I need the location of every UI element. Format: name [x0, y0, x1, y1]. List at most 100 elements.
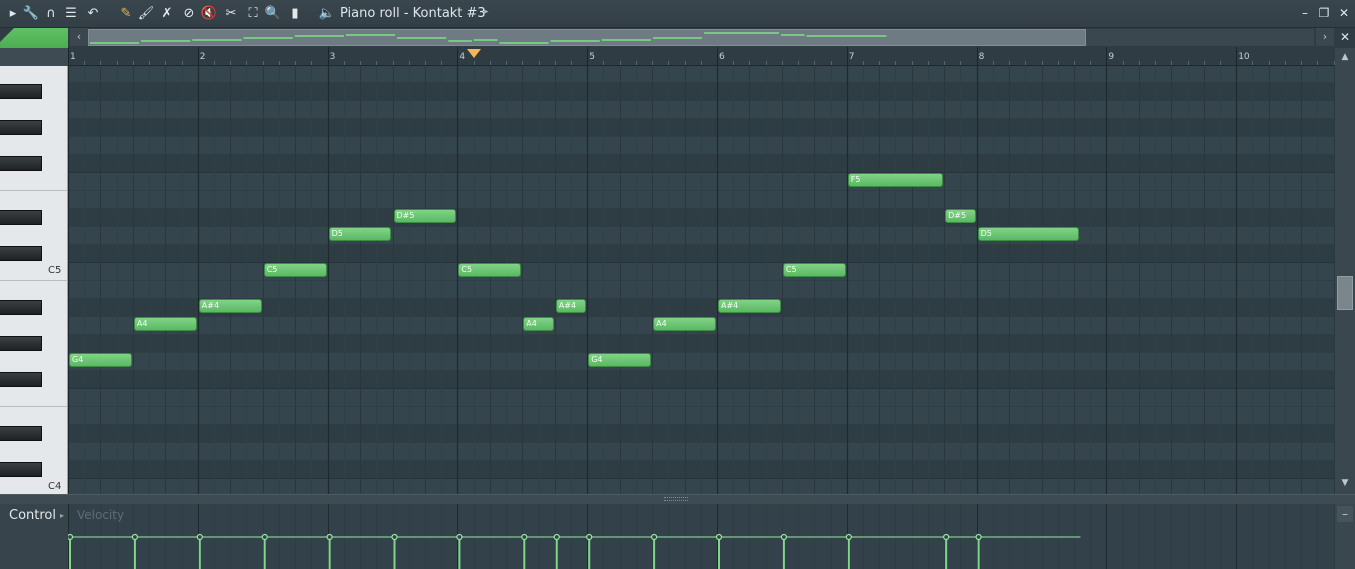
- ruler-tick: [1009, 61, 1011, 65]
- delete-tool-icon[interactable]: ✗: [158, 5, 176, 23]
- note[interactable]: D5: [977, 227, 1080, 241]
- timeline-ruler[interactable]: 1 2 3 4 5 6 7 8 9 10: [68, 47, 1351, 66]
- velocity-handle: [391, 533, 398, 541]
- menu-arrow-icon[interactable]: ▸: [4, 5, 22, 23]
- ruler-tick: [765, 61, 767, 65]
- close-button[interactable]: ✕: [1337, 6, 1351, 20]
- divider-grip-icon[interactable]: [664, 497, 688, 501]
- slice-icon[interactable]: ✂: [222, 5, 240, 23]
- velocity-handle: [650, 533, 658, 541]
- ruler-tick: [1171, 61, 1173, 65]
- ruler-tick: [1284, 61, 1286, 65]
- ruler-tick: [1057, 61, 1059, 65]
- note[interactable]: A4: [523, 317, 554, 331]
- restore-button[interactable]: ❐: [1317, 6, 1331, 20]
- ruler-tick: [538, 61, 540, 65]
- overview-empty-track[interactable]: [1086, 29, 1314, 46]
- scroll-up-button[interactable]: ▲: [1338, 50, 1352, 64]
- overview-notes: [90, 32, 887, 44]
- grid-lines: [68, 66, 1335, 494]
- velocity-lane[interactable]: [68, 504, 1335, 569]
- window-title[interactable]: Piano roll - Kontakt #3: [340, 6, 486, 21]
- black-key[interactable]: [0, 210, 42, 225]
- black-key[interactable]: [0, 462, 42, 477]
- black-key[interactable]: [0, 156, 42, 171]
- note[interactable]: D#5: [393, 209, 457, 223]
- ruler-tick: [798, 61, 800, 65]
- velocity-handle: [131, 533, 139, 541]
- control-arrow-icon[interactable]: ▸: [60, 511, 64, 520]
- note[interactable]: A#4: [718, 299, 781, 313]
- white-key-divider: [0, 280, 67, 281]
- ruler-tick: [1073, 61, 1075, 65]
- ruler-tick: [927, 61, 929, 65]
- note[interactable]: A4: [653, 317, 716, 331]
- ruler-tick: [960, 61, 962, 65]
- piano-keyboard[interactable]: C5 C4: [0, 66, 68, 494]
- black-key[interactable]: [0, 372, 42, 387]
- note[interactable]: G4: [588, 353, 652, 367]
- scroll-down-button[interactable]: ▼: [1338, 476, 1352, 490]
- ruler-tick: [1219, 61, 1221, 65]
- note[interactable]: A#4: [198, 299, 262, 313]
- ruler-tick: [522, 61, 524, 65]
- black-key[interactable]: [0, 336, 42, 351]
- ruler-bar-number: 4: [459, 52, 466, 62]
- speaker-mute-icon[interactable]: 🔇: [200, 5, 218, 23]
- velocity-zoom-button[interactable]: –: [1337, 506, 1353, 522]
- note[interactable]: A#4: [555, 299, 587, 313]
- ruler-tick: [214, 61, 216, 65]
- control-label[interactable]: Control: [9, 508, 56, 523]
- ruler-tick: [814, 61, 816, 65]
- ruler-tick: [1138, 61, 1140, 65]
- note[interactable]: C5: [263, 263, 327, 277]
- note[interactable]: C5: [458, 263, 522, 277]
- vertical-scrollbar[interactable]: [1335, 48, 1355, 494]
- ruler-tick: [84, 61, 86, 65]
- undo-icon[interactable]: ↶: [84, 5, 102, 23]
- title-arrow-icon[interactable]: ▸: [484, 7, 489, 17]
- black-key[interactable]: [0, 426, 42, 441]
- note[interactable]: D5: [328, 227, 392, 241]
- velocity-handle: [261, 533, 268, 541]
- playback-icon[interactable]: ▮: [286, 5, 304, 23]
- playhead-marker[interactable]: [467, 49, 481, 58]
- ruler-tick: [1041, 61, 1043, 65]
- note[interactable]: F5: [847, 173, 944, 187]
- black-key[interactable]: [0, 246, 42, 261]
- note[interactable]: C5: [782, 263, 846, 277]
- black-key[interactable]: [0, 120, 42, 135]
- ruler-bar-number: 5: [589, 52, 595, 62]
- pencil-icon[interactable]: ✎: [117, 5, 135, 23]
- magnet-icon[interactable]: ∩: [42, 5, 60, 23]
- note-grid[interactable]: G4 A4 A#4 C5 D5 D#5 C5 A4 A#4 G4 A4 A#4 C5 F5 D#5 D5: [68, 66, 1335, 494]
- octave-label: C5: [48, 265, 62, 276]
- zoom-icon[interactable]: 🔍: [264, 5, 282, 23]
- ruler-tick: [684, 61, 686, 65]
- ruler-tick: [360, 61, 362, 65]
- ruler-tick: [587, 47, 589, 65]
- select-icon[interactable]: ⛶: [244, 5, 262, 23]
- scroll-left-button[interactable]: ‹: [70, 28, 88, 46]
- ruler-tick: [327, 47, 329, 65]
- ruler-tick: [992, 61, 994, 65]
- overview-close-button[interactable]: ✕: [1337, 28, 1353, 46]
- menu-lines-icon[interactable]: ☰: [62, 5, 80, 23]
- scroll-right-button[interactable]: ›: [1316, 28, 1334, 46]
- ruler-tick: [570, 61, 572, 65]
- velocity-handle: [586, 533, 593, 541]
- ruler-tick: [408, 61, 410, 65]
- minimize-button[interactable]: –: [1298, 6, 1312, 20]
- note[interactable]: D#5: [945, 209, 976, 223]
- black-key[interactable]: [0, 300, 42, 315]
- brush-icon[interactable]: 🖌: [137, 5, 155, 23]
- vertical-scroll-thumb[interactable]: [1337, 276, 1353, 310]
- speaker-icon[interactable]: 🔈: [318, 5, 336, 23]
- note[interactable]: A4: [133, 317, 197, 331]
- wrench-icon[interactable]: 🔧: [22, 5, 40, 23]
- ruler-tick: [846, 47, 848, 65]
- note[interactable]: G4: [69, 353, 132, 367]
- mute-tool-icon[interactable]: ⊘: [180, 5, 198, 23]
- ruler-tick: [700, 61, 702, 65]
- black-key[interactable]: [0, 84, 42, 99]
